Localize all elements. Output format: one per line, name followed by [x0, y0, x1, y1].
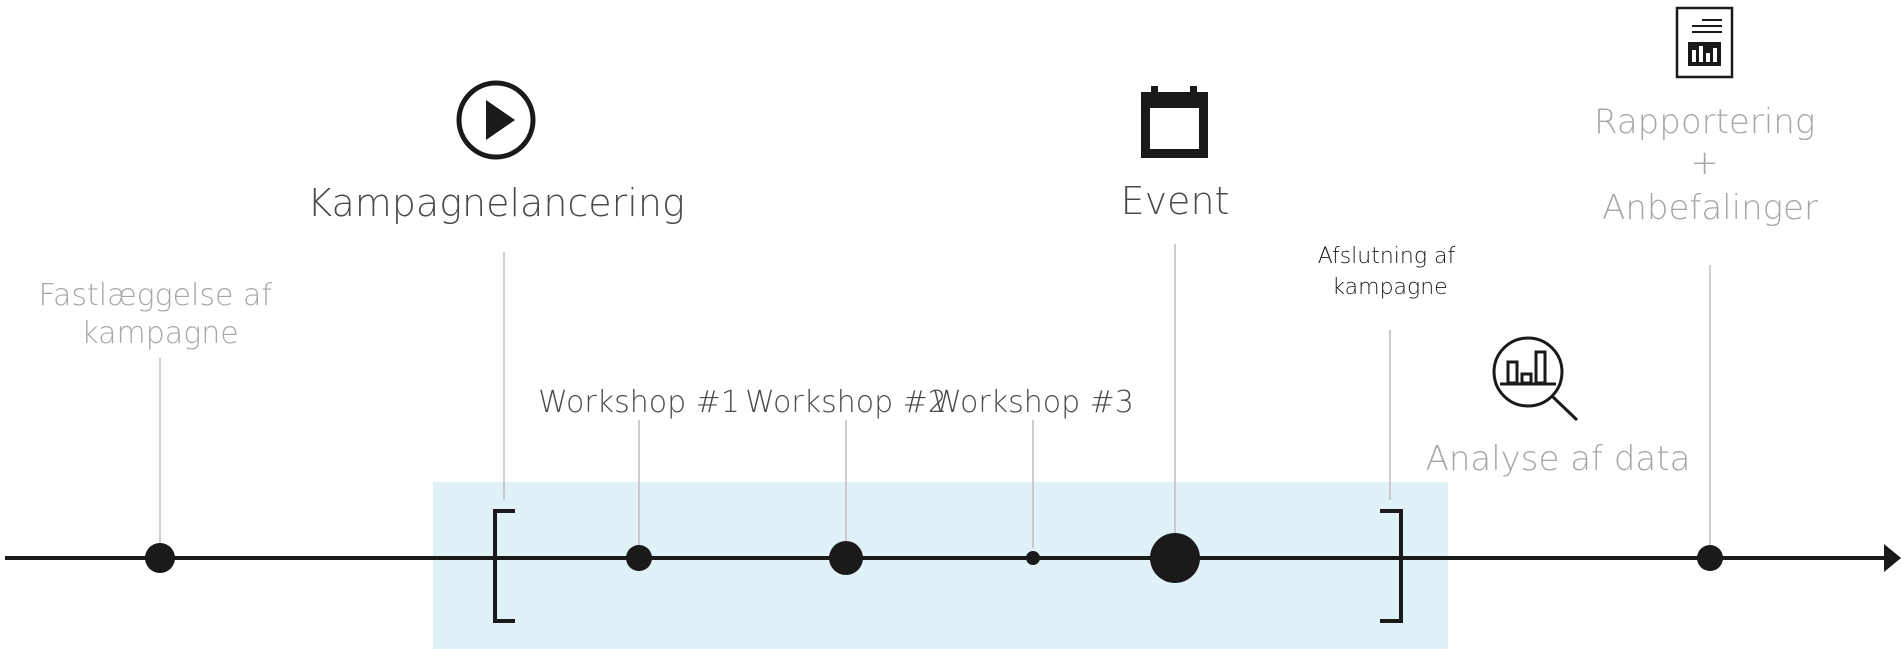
milestone-dot-workshop3 [1026, 551, 1040, 565]
label-rapportering: Rapportering + Anbefalinger [1594, 102, 1826, 228]
label-workshop3: Workshop #3 [932, 385, 1134, 420]
label-workshop1: Workshop #1 [538, 385, 740, 420]
timeline-arrowhead [1884, 544, 1901, 572]
label-event: Event [1121, 179, 1230, 223]
magnifier-chart-icon [1492, 336, 1579, 422]
milestone-dot-rapportering [1697, 545, 1723, 571]
calendar-icon [1141, 86, 1208, 158]
label-fastlaeggelse: Fastlæggelse af kampagne [39, 278, 282, 351]
label-afslutning: Afslutning af kampagne [1318, 244, 1463, 300]
label-analyse: Analyse af data [1426, 439, 1691, 479]
milestone-dot-workshop2 [829, 541, 863, 575]
milestone-dot-fastlaeggelse [145, 543, 175, 573]
play-icon [456, 80, 536, 160]
label-workshop2: Workshop #2 [745, 385, 947, 420]
milestone-dot-event [1150, 533, 1200, 583]
campaign-period-highlight [433, 482, 1448, 649]
label-kampagnelancering: Kampagnelancering [307, 181, 685, 225]
milestone-dot-workshop1 [626, 545, 652, 571]
report-icon [1675, 6, 1734, 79]
campaign-timeline-diagram: Fastlæggelse af kampagne Kampagnelanceri… [5, 6, 1901, 649]
